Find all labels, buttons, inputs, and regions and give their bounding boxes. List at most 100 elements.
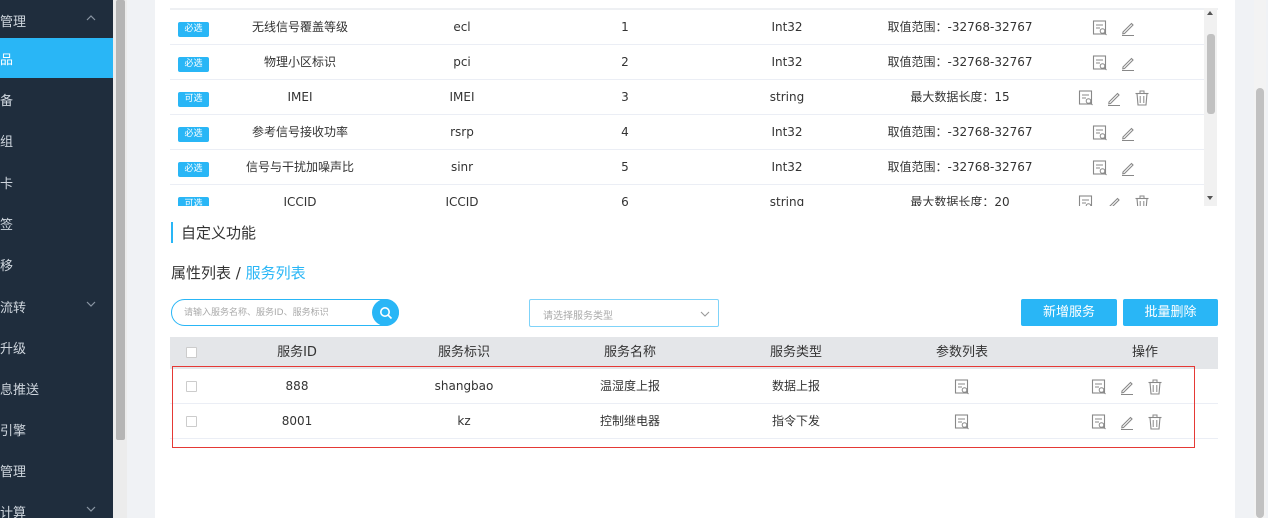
select-all-checkbox[interactable] [186,347,197,358]
property-name: 参考信号接收功率 [251,125,348,139]
sidebar-item-label: 备 [0,93,14,109]
row-actions [1077,80,1151,115]
select-placeholder: 请选择服务类型 [543,311,613,322]
sidebar-item-tag[interactable]: 签 [0,203,113,243]
search-box [171,299,399,326]
section-title: 自定义功能 [181,224,257,242]
sidebar-item-device[interactable]: 备 [0,79,113,119]
table-row: 必选 信号与干扰加噪声比 sinr 5 Int32 取值范围：-32768-32767 [170,150,1204,185]
edit-icon[interactable] [1119,124,1137,142]
row-actions [1091,45,1137,80]
delete-icon[interactable] [1133,194,1151,206]
scrollbar-thumb[interactable] [1207,34,1215,114]
property-type: Int32 [771,125,803,139]
search-input[interactable] [184,304,364,322]
sidebar-item-upgrade[interactable]: 升级 [0,327,113,367]
view-icon[interactable] [1091,19,1109,37]
property-identifier: rsrp [450,125,474,139]
sidebar-item-label: 卡 [0,176,14,192]
edit-icon[interactable] [1119,54,1137,72]
property-id: 2 [621,55,629,69]
property-type: string [769,90,805,104]
table-row: 可选 ICCID ICCID 6 string 最大数据长度：20 [170,185,1204,206]
sidebar-item-label: 组 [0,134,14,150]
property-identifier: ecl [453,20,471,34]
sidebar-item-label: 升级 [0,341,27,357]
row-actions [1091,10,1137,45]
scroll-up-arrow-icon[interactable] [1207,11,1213,15]
property-identifier: IMEI [449,90,475,104]
highlight-annotation-box [172,366,1195,448]
delete-icon[interactable] [1133,89,1151,107]
batch-delete-button[interactable]: 批量删除 [1123,299,1218,326]
sidebar-item-push[interactable]: 息推送 [0,368,113,408]
required-badge: 可选 [178,197,209,206]
property-table-scrollbar[interactable] [1204,8,1217,206]
edit-icon[interactable] [1105,89,1123,107]
column-header: 服务标识 [437,345,490,360]
property-description: 最大数据长度：20 [910,195,1010,206]
column-header: 操作 [1131,345,1158,360]
table-row: 必选 无线信号覆盖等级 ecl 1 Int32 取值范围：-32768-32767 [170,10,1204,45]
property-table: 必选 无线信号覆盖等级 ecl 1 Int32 取值范围：-32768-32767 必选 物理… [170,8,1218,206]
search-icon [379,306,392,319]
sidebar-item-compute[interactable]: 计算 [0,491,113,518]
sidebar-item-label: 计算 [0,505,27,518]
property-description: 取值范围：-32768-32767 [887,20,1033,34]
sidebar-item-manage[interactable]: 管理 [0,450,113,490]
property-identifier: pci [453,55,471,69]
chevron-down-icon [86,506,96,512]
scrollbar-thumb[interactable] [116,0,125,440]
chevron-down-icon [700,311,710,317]
search-button[interactable] [372,299,399,326]
sidebar-item-migrate[interactable]: 移 [0,244,113,284]
view-icon[interactable] [1077,194,1095,206]
column-header: 服务名称 [603,345,656,360]
property-name: IMEI [287,90,313,104]
add-service-button[interactable]: 新增服务 [1021,299,1117,326]
sidebar-item-label: 管理 [0,464,27,480]
property-type: Int32 [771,20,803,34]
property-type: Int32 [771,55,803,69]
sidebar-item-engine[interactable]: 引擎 [0,409,113,449]
chevron-down-icon [86,301,96,307]
row-actions [1077,185,1151,206]
sidebar-item-product[interactable]: 品 [0,38,113,78]
edit-icon[interactable] [1119,159,1137,177]
property-id: 4 [621,125,629,139]
edit-icon[interactable] [1119,19,1137,37]
view-icon[interactable] [1077,89,1095,107]
sidebar-item-label: 息推送 [0,382,40,398]
property-name: ICCID [283,195,317,206]
sidebar-item-label: 流转 [0,300,27,316]
section-accent-bar [171,222,173,243]
sidebar-item-flow[interactable]: 流转 [0,286,113,326]
table-row: 必选 物理小区标识 pci 2 Int32 取值范围：-32768-32767 [170,45,1204,80]
sidebar-item-group[interactable]: 组 [0,120,113,160]
property-type: string [769,195,805,206]
property-description: 最大数据长度：15 [910,90,1010,104]
view-icon[interactable] [1091,54,1109,72]
edit-icon[interactable] [1105,194,1123,206]
service-type-select[interactable]: 请选择服务类型 [529,299,719,327]
page-scrollbar[interactable] [1254,0,1266,518]
view-icon[interactable] [1091,124,1109,142]
property-identifier: sinr [450,160,474,174]
tab-service-list[interactable]: 服务列表 [246,264,306,282]
scroll-down-arrow-icon[interactable] [1207,196,1213,200]
sidebar-item-label: 移 [0,258,14,274]
required-badge: 必选 [178,162,209,177]
table-row: 可选 IMEI IMEI 3 string 最大数据长度：15 [170,80,1204,115]
sidebar-scrollbar[interactable] [113,0,127,518]
property-description: 取值范围：-32768-32767 [887,125,1033,139]
property-name: 无线信号覆盖等级 [251,20,348,34]
sidebar-item-management[interactable]: 管理 [0,0,113,40]
column-header: 参数列表 [935,345,988,360]
sidebar-item-card[interactable]: 卡 [0,162,113,202]
view-icon[interactable] [1091,159,1109,177]
property-description: 取值范围：-32768-32767 [887,55,1033,69]
property-id: 3 [621,90,629,104]
scrollbar-thumb[interactable] [1256,88,1264,518]
tab-property-list[interactable]: 属性列表 [171,264,231,282]
required-badge: 必选 [178,22,209,37]
